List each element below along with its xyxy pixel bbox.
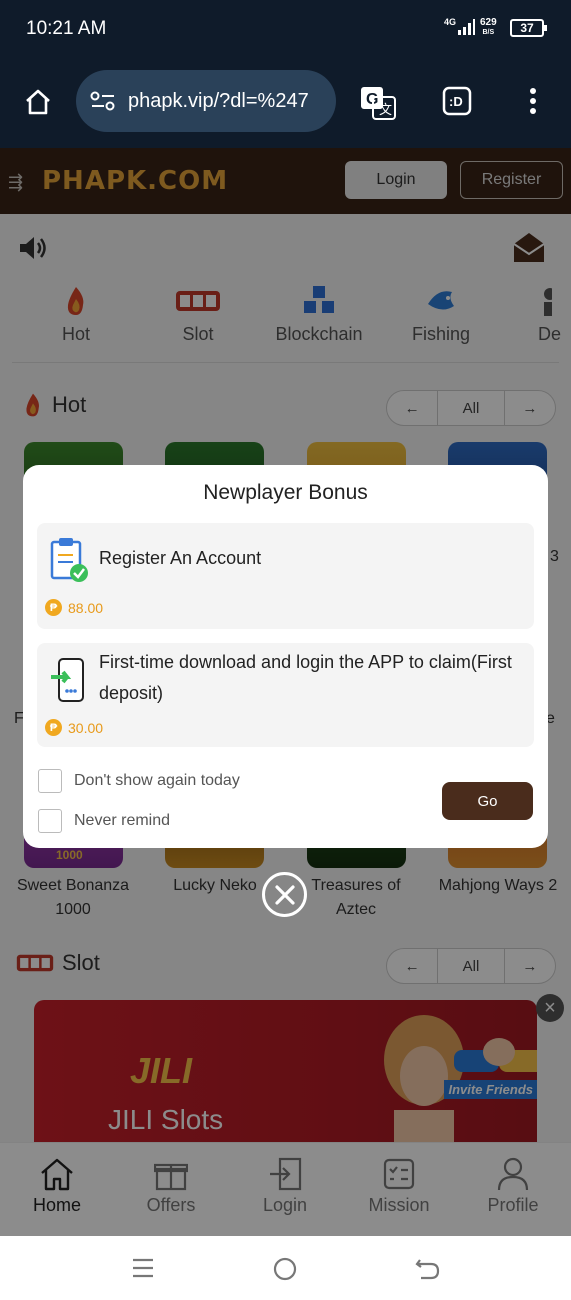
peso-coin-icon: ₱ [45,719,62,736]
more-options-icon[interactable] [522,84,544,118]
url-text: phapk.vip/?dl=%247 [128,89,309,112]
checkbox-box[interactable] [38,809,62,833]
home-icon[interactable] [20,84,56,120]
status-bar: 10:21 AM 4G 629 B/S 37 [0,0,571,58]
task-register-account[interactable]: Register An Account ₱ 88.00 [37,523,534,629]
close-icon [274,884,295,905]
modal-close-button[interactable] [262,872,307,917]
network-speed: 629 B/S [480,17,497,37]
tab-switcher-icon[interactable]: :D [440,84,474,118]
checkbox-box[interactable] [38,769,62,793]
translate-icon[interactable]: G文 [358,82,398,122]
network-type: 4G [444,17,457,27]
battery-icon: 37 [510,19,547,37]
clipboard-check-icon [50,538,88,582]
svg-text:文: 文 [379,102,392,117]
recent-apps-icon[interactable] [130,1256,156,1280]
task-reward: ₱ 88.00 [45,599,103,616]
site-settings-icon[interactable] [90,90,116,112]
browser-toolbar: phapk.vip/?dl=%247 G文 :D [0,58,571,148]
svg-text::D: :D [449,94,463,109]
task-reward: ₱ 30.00 [45,719,103,736]
back-icon[interactable] [414,1256,442,1282]
modal-title: Newplayer Bonus [203,481,368,504]
task-label: First-time download and login the APP to… [99,652,512,703]
dont-show-today-checkbox[interactable]: Don't show again today [38,769,240,793]
never-remind-checkbox[interactable]: Never remind [38,809,170,833]
status-time: 10:21 AM [26,18,107,39]
system-nav-bar [0,1236,571,1300]
newplayer-bonus-modal: Newplayer Bonus Register An Account ₱ 88… [23,465,548,848]
address-bar[interactable]: phapk.vip/?dl=%247 [76,70,336,132]
go-button[interactable]: Go [442,782,533,820]
signal-icon [458,19,475,35]
peso-coin-icon: ₱ [45,599,62,616]
home-circle-icon[interactable] [272,1256,298,1282]
task-download-app[interactable]: First-time download and login the APP to… [37,643,534,747]
phone-download-icon [51,658,84,702]
task-label: Register An Account [99,548,262,568]
